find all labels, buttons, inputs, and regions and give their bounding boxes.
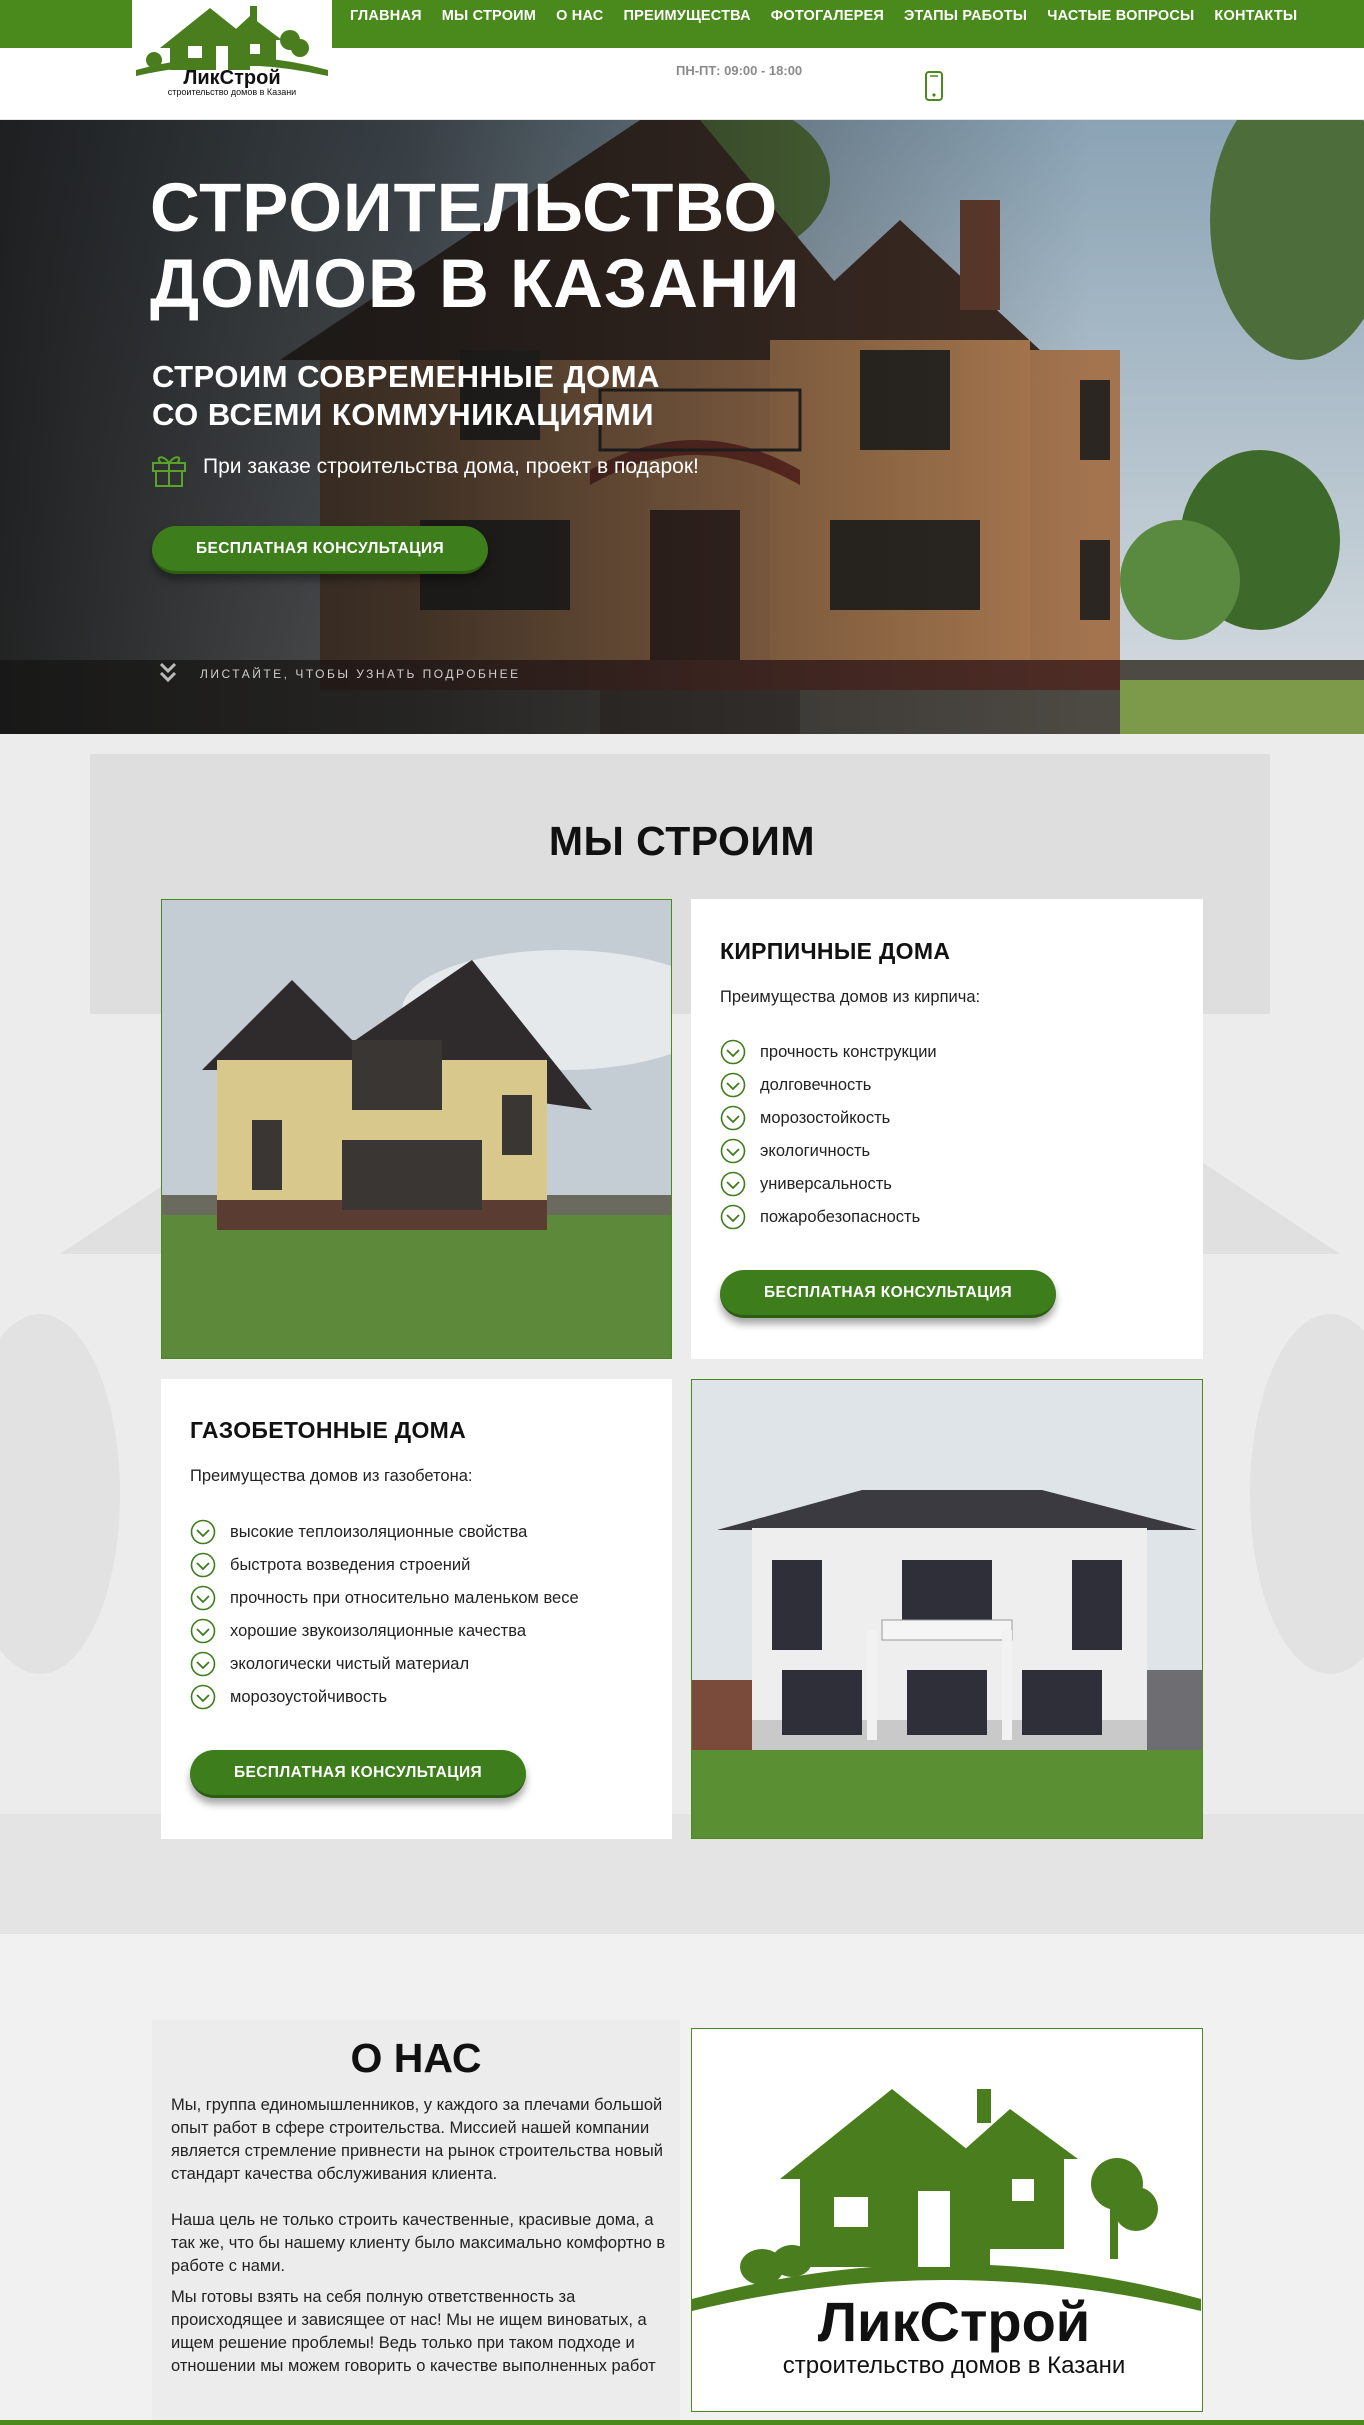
- nav-item-contacts[interactable]: КОНТАКТЫ: [1204, 8, 1307, 24]
- about-title: О НАС: [350, 2035, 482, 2081]
- nav-item-about[interactable]: О НАС: [546, 8, 613, 24]
- brick-feature-label: прочность конструкции: [760, 1042, 937, 1061]
- brick-feature-label: экологичность: [760, 1141, 871, 1160]
- brick-houses-title: КИРПИЧНЫЕ ДОМА: [720, 938, 951, 964]
- hero-title: СТРОИТЕЛЬСТВО ДОМОВ В КАЗАНИ: [150, 170, 950, 322]
- brick-feature-item: экологичность: [720, 1138, 870, 1164]
- nav-item-we-build[interactable]: МЫ СТРОИМ: [432, 8, 546, 24]
- nav-item-home[interactable]: ГЛАВНАЯ: [340, 8, 432, 24]
- nav-item-faq[interactable]: ЧАСТЫЕ ВОПРОСЫ: [1037, 8, 1204, 24]
- check-circle-icon: [190, 1651, 216, 1677]
- nav-item-stages[interactable]: ЭТАПЫ РАБОТЫ: [894, 8, 1037, 24]
- brick-feature-label: пожаробезопасность: [760, 1207, 921, 1226]
- gas-feature-item: морозоустойчивость: [190, 1684, 387, 1710]
- gas-concrete-house-photo: [691, 1379, 1203, 1839]
- double-chevron-down-icon[interactable]: [158, 660, 178, 686]
- check-circle-icon: [190, 1618, 216, 1644]
- brick-houses-lead: Преимущества домов из кирпича:: [720, 988, 981, 1006]
- hero-subtitle-line-2: СО ВСЕМИ КОММУНИКАЦИЯМИ: [152, 397, 655, 432]
- gas-concrete-title: ГАЗОБЕТОННЫЕ ДОМА: [190, 1417, 467, 1443]
- brick-feature-item: морозостойкость: [720, 1105, 890, 1131]
- nav-item-advantages[interactable]: ПРЕИМУЩЕСТВА: [613, 8, 760, 24]
- check-circle-icon: [190, 1519, 216, 1545]
- check-circle-icon: [720, 1072, 746, 1098]
- header-logo[interactable]: ЛикСтрой строительство домов в Казани: [132, 0, 332, 102]
- gas-feature-label: экологически чистый материал: [230, 1654, 470, 1673]
- working-hours: ПН-ПТ: 09:00 - 18:00: [676, 63, 803, 78]
- brick-feature-label: универсальность: [760, 1174, 892, 1193]
- check-circle-icon: [720, 1204, 746, 1230]
- scroll-hint: ЛИСТАЙТЕ, ЧТОБЫ УЗНАТЬ ПОДРОБНЕЕ: [200, 667, 521, 681]
- hero-title-line-2: ДОМОВ В КАЗАНИ: [150, 245, 801, 322]
- brick-feature-item: пожаробезопасность: [720, 1204, 920, 1230]
- about-paragraph-1: Мы, группа единомышленников, у каждого з…: [171, 2096, 663, 2183]
- brick-house-image: [162, 900, 671, 1358]
- brick-feature-item: прочность конструкции: [720, 1039, 937, 1065]
- gas-concrete-lead: Преимущества домов из газобетона:: [190, 1467, 473, 1485]
- hero-subtitle: СТРОИМ СОВРЕМЕННЫЕ ДОМА СО ВСЕМИ КОММУНИ…: [152, 358, 852, 434]
- footer-accent-line: [0, 2420, 1364, 2425]
- check-circle-icon: [720, 1105, 746, 1131]
- nav-item-gallery[interactable]: ФОТОГАЛЕРЕЯ: [761, 8, 894, 24]
- hero-section: СТРОИТЕЛЬСТВО ДОМОВ В КАЗАНИ СТРОИМ СОВР…: [0, 120, 1364, 734]
- brick-consultation-button[interactable]: БЕСПЛАТНАЯ КОНСУЛЬТАЦИЯ: [720, 1270, 1056, 1318]
- check-circle-icon: [190, 1684, 216, 1710]
- svg-text:строительство домов в Казани: строительство домов в Казани: [783, 2352, 1125, 2379]
- gas-consultation-button[interactable]: БЕСПЛАТНАЯ КОНСУЛЬТАЦИЯ: [190, 1750, 526, 1798]
- brick-feature-label: морозостойкость: [760, 1108, 891, 1127]
- gas-feature-label: быстрота возведения строений: [230, 1555, 471, 1574]
- gas-feature-item: хорошие звукоизоляционные качества: [190, 1618, 526, 1644]
- we-build-title: МЫ СТРОИМ: [548, 818, 816, 864]
- brick-feature-item: универсальность: [720, 1171, 892, 1197]
- svg-text:ЛикСтрой: ЛикСтрой: [818, 2290, 1090, 2353]
- brick-house-photo: [161, 899, 672, 1359]
- main-nav: ГЛАВНАЯ МЫ СТРОИМ О НАС ПРЕИМУЩЕСТВА ФОТ…: [340, 0, 1307, 32]
- brick-feature-item: долговечность: [720, 1072, 871, 1098]
- gas-feature-item: прочность при относительно маленьком вес…: [190, 1585, 579, 1611]
- hero-subtitle-line-1: СТРОИМ СОВРЕМЕННЫЕ ДОМА: [152, 359, 660, 394]
- gas-feature-item: быстрота возведения строений: [190, 1552, 470, 1578]
- svg-text:ЛикСтрой: ЛикСтрой: [183, 67, 280, 89]
- about-paragraph-3: Мы готовы взять на себя полную ответстве…: [171, 2288, 656, 2375]
- check-circle-icon: [720, 1171, 746, 1197]
- check-circle-icon: [720, 1138, 746, 1164]
- svg-text:строительство домов в Казани: строительство домов в Казани: [168, 87, 296, 97]
- gas-feature-label: хорошие звукоизоляционные качества: [230, 1621, 527, 1640]
- brick-feature-label: долговечность: [760, 1075, 872, 1094]
- check-circle-icon: [190, 1552, 216, 1578]
- hero-consultation-button[interactable]: БЕСПЛАТНАЯ КОНСУЛЬТАЦИЯ: [152, 526, 488, 574]
- gift-offer-text: При заказе строительства дома, проект в …: [203, 455, 699, 478]
- about-logo-panel: ЛикСтрой строительство домов в Казани: [691, 2028, 1203, 2412]
- gas-feature-label: морозоустойчивость: [230, 1687, 388, 1706]
- gas-concrete-house-image: [692, 1380, 1202, 1838]
- gift-icon: [152, 456, 186, 487]
- gas-feature-item: экологически чистый материал: [190, 1651, 469, 1677]
- check-circle-icon: [720, 1039, 746, 1065]
- house-logo-icon: ЛикСтрой строительство домов в Казани: [692, 2089, 1201, 2379]
- smartphone-icon[interactable]: [924, 70, 944, 102]
- about-paragraph-2: Наша цель не только строить качественные…: [171, 2211, 666, 2275]
- check-circle-icon: [190, 1585, 216, 1611]
- hero-title-line-1: СТРОИТЕЛЬСТВО: [150, 169, 779, 246]
- gas-feature-item: высокие теплоизоляционные свойства: [190, 1519, 527, 1545]
- gas-feature-label: прочность при относительно маленьком вес…: [230, 1588, 579, 1607]
- gas-feature-label: высокие теплоизоляционные свойства: [230, 1522, 528, 1541]
- house-logo-icon: ЛикСтрой строительство домов в Казани: [136, 6, 328, 97]
